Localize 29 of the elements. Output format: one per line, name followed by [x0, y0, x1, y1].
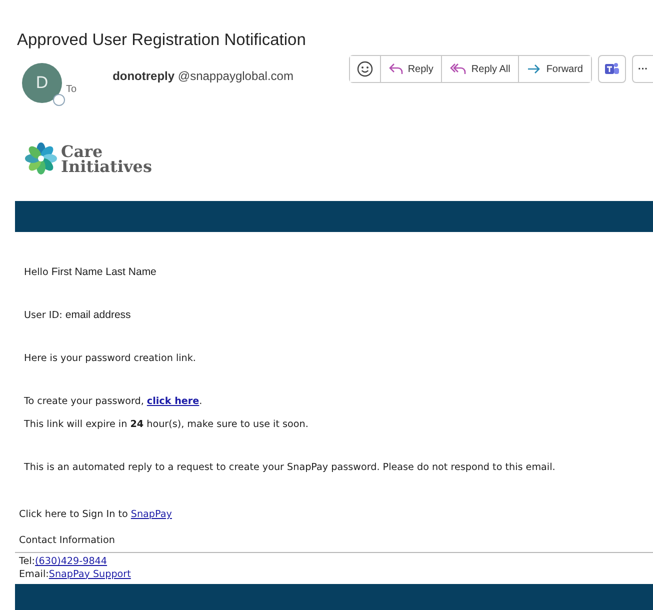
greeting-text: Hello First Name Last Name	[24, 265, 158, 280]
link[interactable]: click here	[146, 396, 200, 407]
sign-in-text: Click here to Sign In to SnapPay	[19, 508, 173, 522]
forward-button[interactable]: Forward	[518, 56, 591, 82]
contact-text: Email:SnapPay Support	[19, 568, 132, 581]
presence-icon	[53, 94, 65, 106]
avatar: D	[22, 63, 62, 103]
to-label: To	[66, 83, 77, 97]
link[interactable]: SnapPay Support	[48, 568, 131, 580]
teams-button[interactable]	[598, 55, 626, 83]
link[interactable]: (630)429-9844	[35, 556, 108, 567]
paragraph-text: This is an automated reply to a request to create your SnapPay password. Please do not respond to this email.	[24, 461, 556, 475]
reply-icon	[388, 63, 403, 75]
teams-icon	[604, 61, 620, 77]
sender-address: donotreply @snappayglobal.com	[112, 68, 294, 85]
paragraph-text: Here is your password creation link.	[24, 352, 197, 366]
more-button[interactable]: ···	[632, 55, 653, 83]
paragraph-text: To create your password, click here.	[24, 395, 204, 409]
contact-text: Tel:(630)429-9844	[19, 556, 108, 568]
paragraph-text: This link will expire in 24 hour(s), make sure to use it soon.	[24, 418, 310, 432]
reply-all-icon	[450, 63, 466, 75]
contact-heading: Contact Information	[19, 534, 116, 548]
flower-logo-icon	[25, 142, 57, 175]
link[interactable]: SnapPay	[130, 509, 172, 520]
logo-text: Care Initiatives	[61, 144, 152, 174]
email-subject: Approved User Registration Notification	[17, 30, 307, 51]
smiley-icon	[356, 61, 373, 77]
user-id-text: User ID: email address	[24, 308, 132, 323]
forward-icon	[527, 64, 542, 74]
